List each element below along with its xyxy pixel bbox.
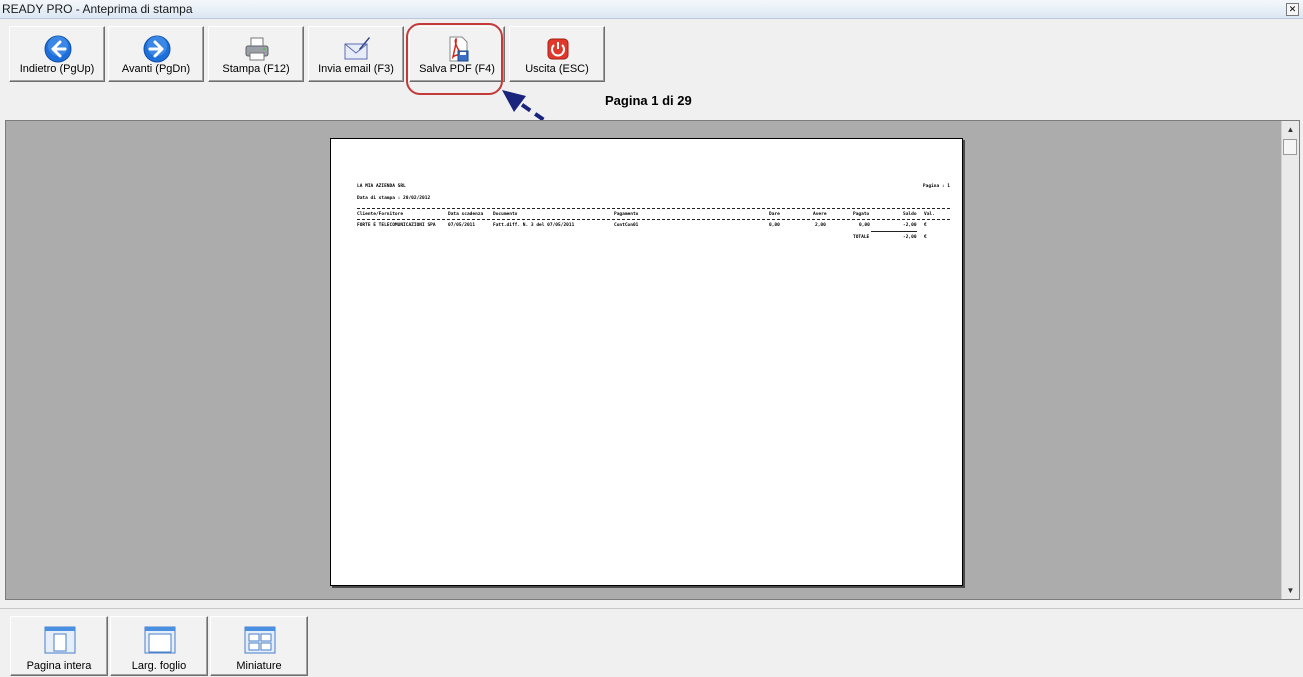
report-divider — [357, 219, 950, 220]
power-icon — [547, 38, 569, 60]
email-icon — [344, 37, 370, 60]
preview-area: LA MIA AZIENDA SRL Pagina : 1 Data di st… — [5, 120, 1300, 600]
arrow-right-icon — [143, 35, 171, 63]
close-icon[interactable]: ✕ — [1286, 3, 1299, 16]
total-currency: € — [924, 235, 927, 240]
title-bar: READY PRO - Anteprima di stampa ✕ — [0, 0, 1303, 19]
col-paid: Pagato — [853, 212, 870, 217]
row-currency: € — [924, 223, 927, 228]
col-credit: Avere — [813, 212, 827, 217]
full-page-button[interactable]: Pagina intera — [10, 616, 108, 676]
row-debit: 0,00 — [769, 223, 780, 228]
total-label: TOTALE — [853, 235, 870, 240]
row-due-date: 07/05/2011 — [448, 223, 476, 228]
forward-label: Avanti (PgDn) — [121, 63, 191, 75]
report-page-number: Pagina : 1 — [922, 184, 950, 189]
page-width-label: Larg. foglio — [131, 660, 187, 672]
pdf-highlight-outline — [406, 23, 503, 95]
row-customer: FORTE E TELECOMUNICAZIONI SPA — [357, 223, 436, 228]
col-debit: Dare — [769, 212, 780, 217]
window-title: READY PRO - Anteprima di stampa — [2, 2, 193, 16]
report-divider — [357, 208, 950, 209]
exit-button[interactable]: Uscita (ESC) — [509, 26, 605, 82]
bottom-toolbar: Pagina intera Larg. foglio Miniature — [0, 608, 1303, 677]
row-document: Fatt.diff. N. 3 del 07/05/2011 — [493, 223, 575, 228]
page-width-icon — [144, 626, 176, 654]
col-due-date: Data scadenza — [448, 212, 484, 217]
scroll-down-icon[interactable]: ▼ — [1282, 582, 1299, 599]
col-customer: Cliente/Fornitore — [357, 212, 404, 217]
report-page: LA MIA AZIENDA SRL Pagina : 1 Data di st… — [330, 138, 963, 586]
printer-icon — [245, 37, 269, 61]
total-rule — [871, 231, 917, 232]
print-button[interactable]: Stampa (F12) — [208, 26, 304, 82]
email-button[interactable]: Invia email (F3) — [308, 26, 404, 82]
thumbnails-label: Miniature — [236, 660, 282, 672]
page-width-button[interactable]: Larg. foglio — [110, 616, 208, 676]
page-indicator: Pagina 1 di 29 — [605, 93, 692, 108]
report-company: LA MIA AZIENDA SRL — [357, 184, 406, 189]
col-balance: Saldo — [903, 212, 917, 217]
print-label: Stampa (F12) — [222, 63, 290, 75]
vertical-scrollbar[interactable]: ▲ ▼ — [1281, 121, 1299, 599]
scroll-up-icon[interactable]: ▲ — [1282, 121, 1299, 138]
email-label: Invia email (F3) — [318, 63, 394, 75]
back-button[interactable]: Indietro (PgUp) — [9, 26, 105, 82]
row-payment: ContCon01 — [614, 223, 639, 228]
scroll-thumb[interactable] — [1283, 139, 1297, 155]
full-page-label: Pagina intera — [26, 660, 92, 672]
total-value: -2,00 — [903, 235, 917, 240]
col-payment: Pagamento — [614, 212, 639, 217]
col-currency: Val. — [924, 212, 935, 217]
col-document: Documento — [493, 212, 518, 217]
toolbar: Indietro (PgUp) Avanti (PgDn) Stampa (F1… — [0, 19, 1303, 89]
arrow-left-icon — [44, 35, 72, 63]
row-balance: -2,00 — [903, 223, 917, 228]
thumbnails-button[interactable]: Miniature — [210, 616, 308, 676]
exit-label: Uscita (ESC) — [525, 63, 589, 75]
back-label: Indietro (PgUp) — [19, 63, 95, 75]
forward-button[interactable]: Avanti (PgDn) — [108, 26, 204, 82]
row-credit: 2,00 — [815, 223, 826, 228]
thumbnails-icon — [244, 626, 276, 654]
report-print-date: Data di stampa : 20/02/2012 — [357, 196, 431, 201]
row-paid: 0,00 — [859, 223, 870, 228]
full-page-icon — [44, 626, 76, 654]
